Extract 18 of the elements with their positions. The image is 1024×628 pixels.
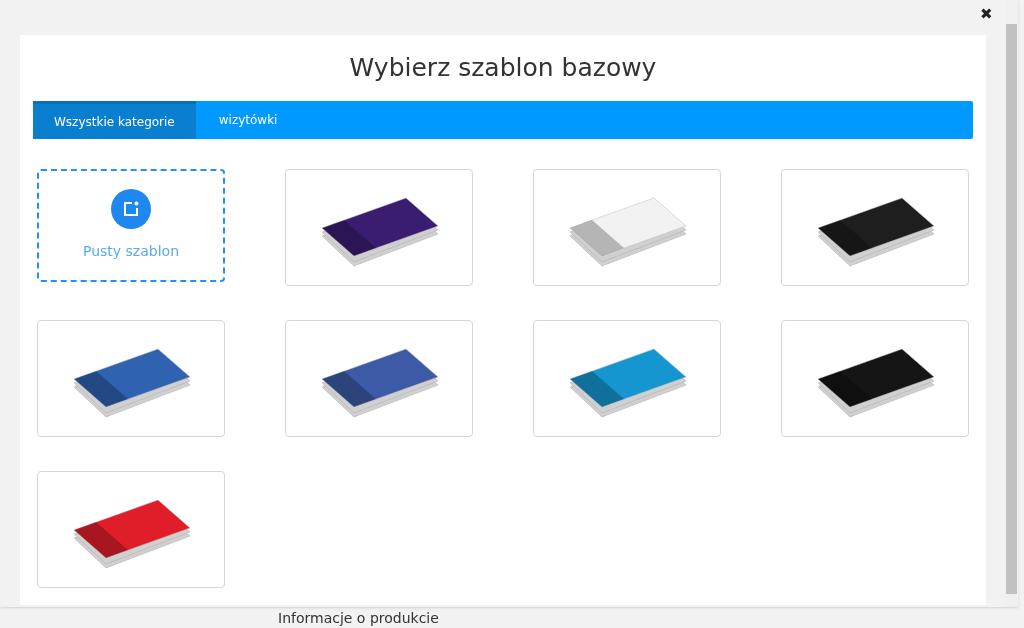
scrollbar[interactable] [1005, 0, 1018, 607]
template-thumbnail[interactable] [285, 169, 473, 286]
category-tab[interactable]: wizytówki [195, 101, 301, 139]
template-thumbnail[interactable] [533, 320, 721, 437]
scrollbar-thumb[interactable] [1006, 24, 1017, 594]
dialog-title: Wybierz szablon bazowy [348, 52, 658, 84]
close-button[interactable]: ✖ [980, 7, 993, 22]
section-heading: Informacje o produkcie [278, 609, 439, 627]
template-thumbnail[interactable] [533, 169, 721, 286]
new-document-icon [111, 189, 151, 229]
template-thumbnail[interactable] [37, 320, 225, 437]
template-thumbnail[interactable] [781, 169, 969, 286]
blank-template-tile[interactable]: Pusty szablon [37, 169, 225, 282]
template-thumbnail[interactable] [285, 320, 473, 437]
category-tab[interactable]: Wszystkie kategorie [33, 101, 196, 139]
template-label: Pusty szablon [83, 242, 179, 261]
template-thumbnail[interactable] [781, 320, 969, 437]
template-thumbnail[interactable] [37, 471, 225, 588]
